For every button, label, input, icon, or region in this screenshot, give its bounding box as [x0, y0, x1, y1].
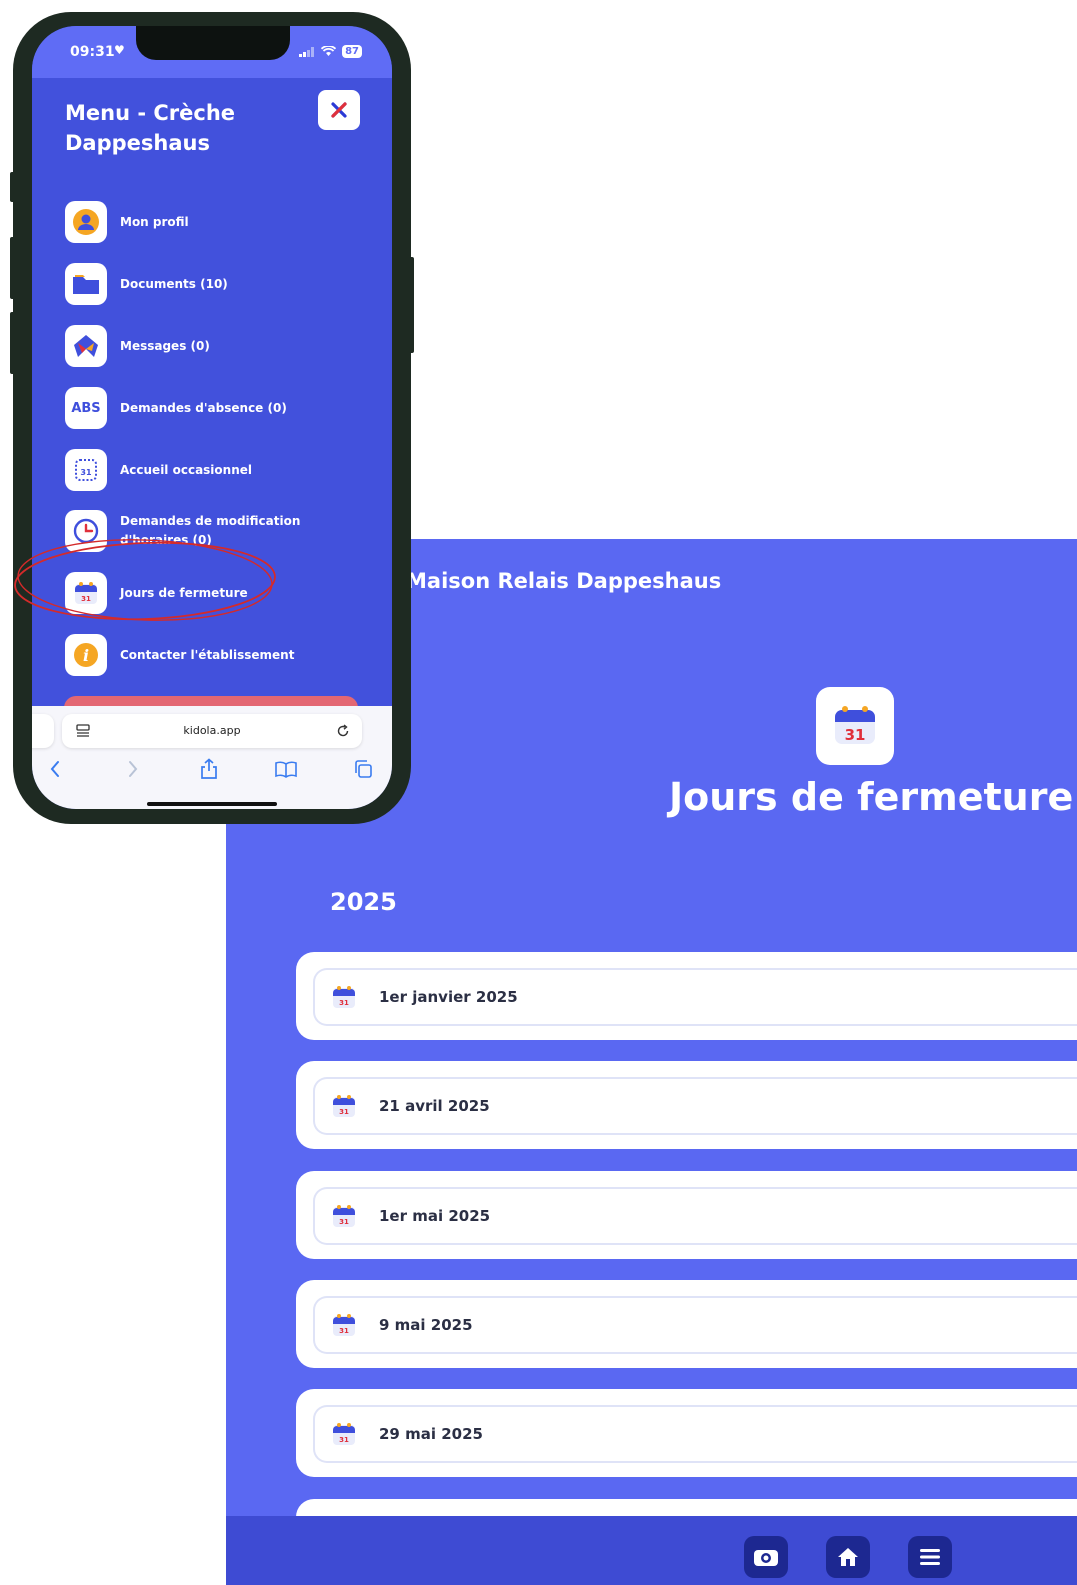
svg-text:31: 31	[339, 999, 349, 1007]
closure-card[interactable]: 31 9 mai 2025	[296, 1280, 1077, 1368]
menu-item-profile[interactable]: Mon profil	[65, 201, 310, 243]
info-icon: i	[65, 634, 107, 676]
menu-item-occasional[interactable]: 31 Accueil occasionnel	[65, 449, 310, 491]
menu-item-documents[interactable]: Documents (10)	[65, 263, 310, 305]
highlight-circle	[14, 539, 276, 621]
folder-icon	[65, 263, 107, 305]
closure-date: 1er janvier 2025	[379, 988, 518, 1006]
wallet-button[interactable]	[744, 1536, 788, 1578]
abs-icon: ABS	[65, 387, 107, 429]
svg-text:31: 31	[339, 1327, 349, 1335]
tabs-icon[interactable]	[352, 758, 374, 780]
menu-item-contact[interactable]: i Contacter l'établissement	[65, 634, 310, 676]
menu-item-absence[interactable]: ABS Demandes d'absence (0)	[65, 387, 310, 429]
address-bar[interactable]: kidola.app	[62, 714, 362, 748]
closure-date: 29 mai 2025	[379, 1425, 483, 1443]
year-label: 2025	[330, 888, 397, 916]
battery-indicator: 87	[342, 45, 362, 58]
messages-icon	[65, 325, 107, 367]
calendar-icon: 31	[333, 1423, 355, 1445]
closure-date: 21 avril 2025	[379, 1097, 490, 1115]
closure-card[interactable]: 31 1er mai 2025	[296, 1171, 1077, 1259]
share-icon[interactable]	[198, 758, 220, 780]
calendar-dotted-icon: 31	[65, 449, 107, 491]
reload-icon[interactable]	[336, 724, 350, 738]
calendar-icon: 31	[333, 986, 355, 1008]
home-button[interactable]	[826, 1536, 870, 1578]
calendar-day: 31	[845, 726, 866, 744]
back-icon[interactable]	[44, 758, 66, 780]
signal-icon	[299, 46, 315, 57]
bottom-nav-bar	[226, 1516, 1077, 1585]
close-button[interactable]	[318, 90, 360, 130]
calendar-icon: 31	[333, 1314, 355, 1336]
closure-card[interactable]: 31 1er janvier 2025	[296, 952, 1077, 1040]
browser-chrome: kidola.app	[32, 706, 392, 809]
calendar-icon: 31	[816, 687, 894, 765]
svg-text:31: 31	[339, 1436, 349, 1444]
calendar-icon: 31	[333, 1205, 355, 1227]
menu-title: Menu - Crèche Dappeshaus	[65, 101, 236, 155]
status-time: 09:31	[70, 44, 115, 60]
heart-icon: ♥	[114, 43, 125, 57]
menu-icon	[920, 1549, 940, 1565]
home-icon	[838, 1548, 858, 1566]
status-bar: 09:31 ♥ 87	[32, 26, 392, 78]
closure-date: 1er mai 2025	[379, 1207, 491, 1225]
calendar-icon: 31	[333, 1095, 355, 1117]
svg-text:31: 31	[80, 468, 92, 477]
establishment-title: Maison Relais Dappeshaus	[406, 569, 722, 593]
home-indicator	[147, 802, 277, 806]
wifi-icon	[321, 46, 337, 56]
svg-text:31: 31	[339, 1218, 349, 1226]
closure-date: 9 mai 2025	[379, 1316, 473, 1334]
url-text: kidola.app	[183, 724, 241, 737]
menu-button[interactable]	[908, 1536, 952, 1578]
closure-card[interactable]: 31 21 avril 2025	[296, 1061, 1077, 1149]
previous-tab[interactable]	[32, 714, 54, 748]
phone-screen: 09:31 ♥ 87 Menu - Crèche Dappeshaus Mon …	[32, 26, 392, 809]
page-title: Jours de fermeture	[669, 775, 1074, 819]
svg-text:31: 31	[339, 1108, 349, 1116]
bookmarks-icon[interactable]	[275, 758, 297, 780]
menu-item-messages[interactable]: Messages (0)	[65, 325, 310, 367]
phone-frame: 09:31 ♥ 87 Menu - Crèche Dappeshaus Mon …	[10, 12, 414, 824]
profile-icon	[65, 201, 107, 243]
forward-icon[interactable]	[122, 758, 144, 780]
close-icon	[331, 102, 347, 118]
svg-text:i: i	[83, 646, 89, 665]
closure-card[interactable]: 31 29 mai 2025	[296, 1389, 1077, 1477]
wallet-icon	[754, 1550, 778, 1566]
notch	[136, 26, 290, 60]
